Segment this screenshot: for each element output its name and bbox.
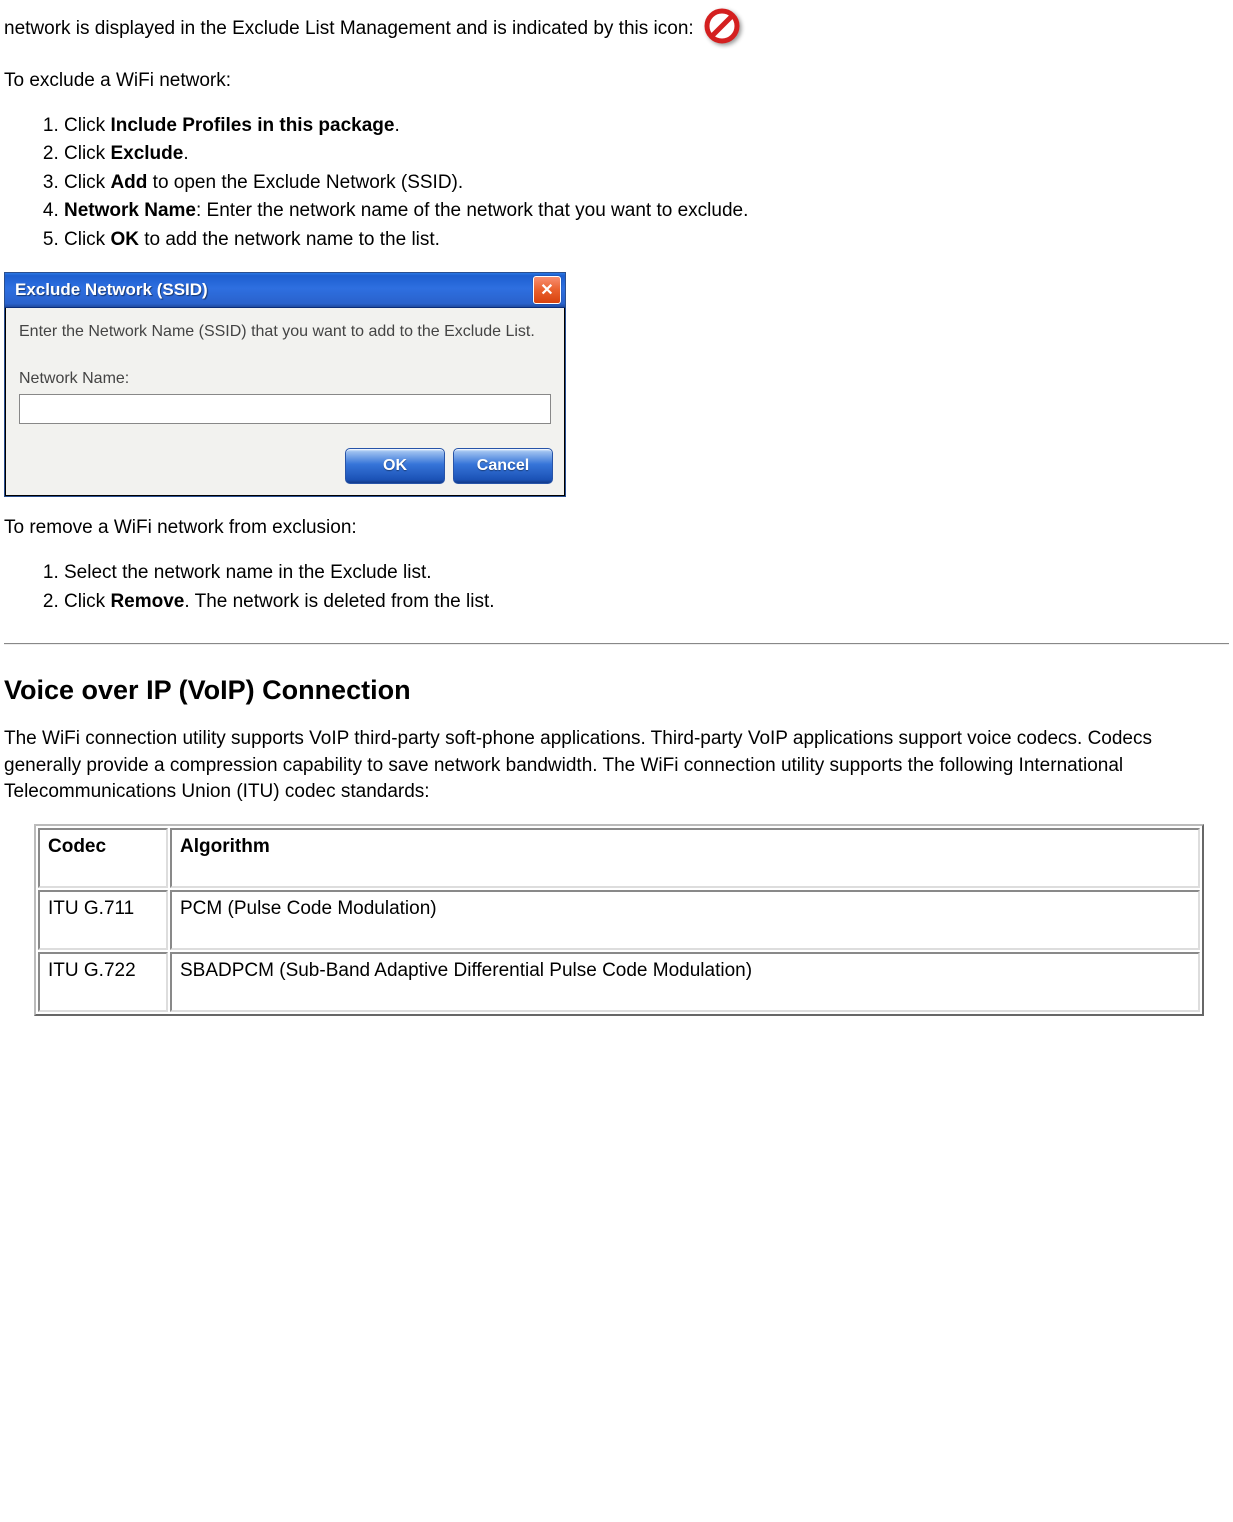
remove-heading: To remove a WiFi network from exclusion: — [4, 515, 1229, 542]
divider — [4, 643, 1229, 645]
exclude-steps: Click Include Profiles in this package. … — [4, 113, 1229, 254]
prohibit-icon — [704, 8, 740, 44]
table-header-row: Codec Algorithm — [38, 828, 1200, 888]
cancel-button[interactable]: Cancel — [453, 448, 553, 484]
table-row: ITU G.722 SBADPCM (Sub-Band Adaptive Dif… — [38, 952, 1200, 1012]
list-item: Click Add to open the Exclude Network (S… — [64, 170, 1229, 197]
dialog-title: Exclude Network (SSID) — [15, 280, 208, 300]
list-item: Click Remove. The network is deleted fro… — [64, 589, 1229, 616]
algorithm-cell: SBADPCM (Sub-Band Adaptive Differential … — [170, 952, 1200, 1012]
dialog-instruction: Enter the Network Name (SSID) that you w… — [19, 322, 551, 343]
exclude-network-dialog: Exclude Network (SSID) ✕ Enter the Netwo… — [4, 272, 566, 498]
intro-line: network is displayed in the Exclude List… — [4, 8, 1229, 50]
voip-heading: Voice over IP (VoIP) Connection — [4, 675, 1229, 706]
algorithm-cell: PCM (Pulse Code Modulation) — [170, 890, 1200, 950]
close-icon: ✕ — [540, 280, 553, 300]
codec-cell: ITU G.722 — [38, 952, 168, 1012]
dialog-titlebar: Exclude Network (SSID) ✕ — [5, 273, 565, 308]
codec-table: Codec Algorithm ITU G.711 PCM (Pulse Cod… — [34, 824, 1204, 1016]
list-item: Select the network name in the Exclude l… — [64, 560, 1229, 587]
dialog-body: Enter the Network Name (SSID) that you w… — [5, 308, 565, 433]
list-item: Network Name: Enter the network name of … — [64, 198, 1229, 225]
network-name-label: Network Name: — [19, 370, 551, 388]
list-item: Click Include Profiles in this package. — [64, 113, 1229, 140]
ok-button[interactable]: OK — [345, 448, 445, 484]
voip-paragraph: The WiFi connection utility supports VoI… — [4, 726, 1229, 806]
algorithm-header: Algorithm — [170, 828, 1200, 888]
list-item: Click OK to add the network name to the … — [64, 227, 1229, 254]
table-row: ITU G.711 PCM (Pulse Code Modulation) — [38, 890, 1200, 950]
close-button[interactable]: ✕ — [533, 276, 561, 304]
dialog-buttons: OK Cancel — [5, 432, 565, 496]
list-item: Click Exclude. — [64, 141, 1229, 168]
codec-cell: ITU G.711 — [38, 890, 168, 950]
exclude-heading: To exclude a WiFi network: — [4, 68, 1229, 95]
intro-text: network is displayed in the Exclude List… — [4, 18, 694, 40]
codec-header: Codec — [38, 828, 168, 888]
network-name-input[interactable] — [19, 394, 551, 424]
remove-steps: Select the network name in the Exclude l… — [4, 560, 1229, 615]
